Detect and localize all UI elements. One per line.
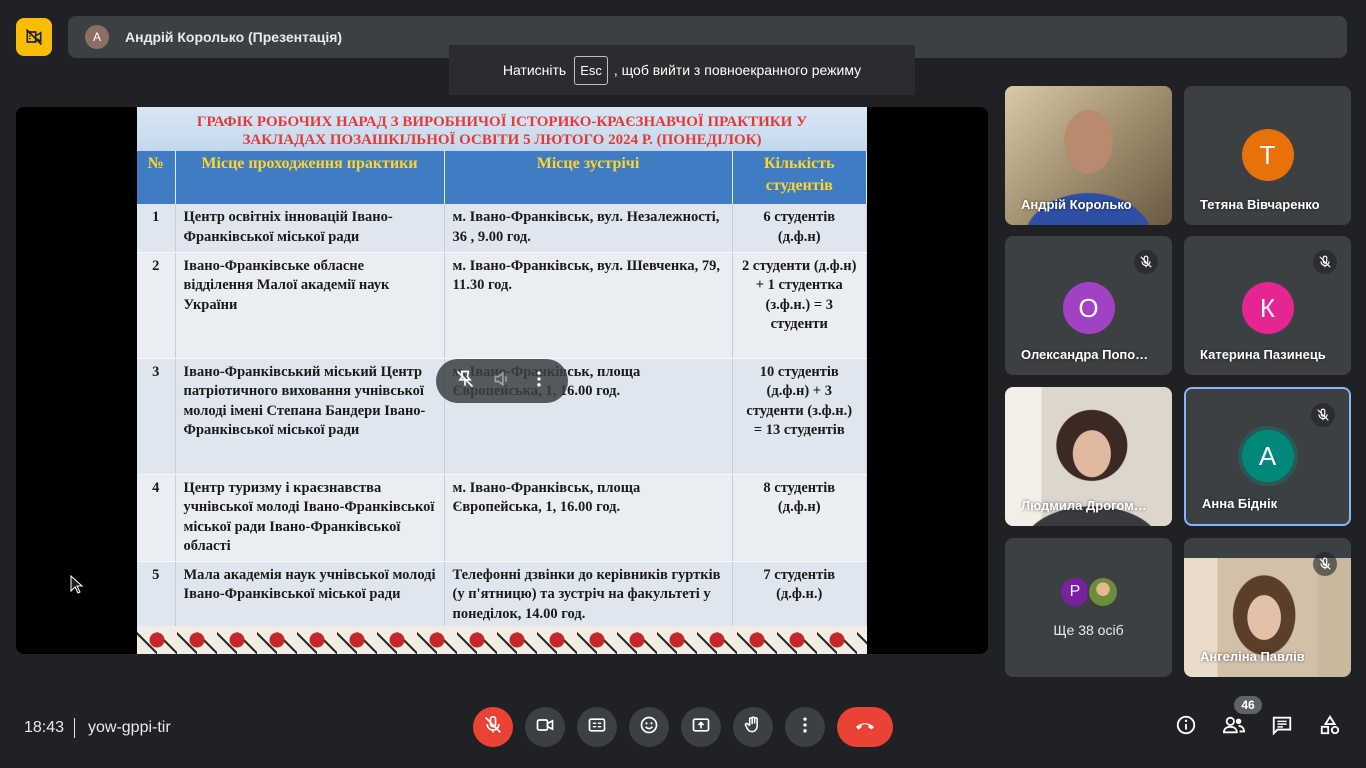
column-header: Місце проходження практики: [175, 151, 445, 204]
mic-off-icon: [483, 715, 503, 740]
activities-icon: [1319, 714, 1341, 741]
participant-photo: [1087, 576, 1119, 608]
emoji-icon: [639, 715, 659, 740]
fullscreen-toast: Натисніть Esc , щоб вийти з повноекранно…: [449, 45, 915, 95]
pin-off-icon[interactable]: [455, 369, 475, 394]
mic-off-icon: [1313, 552, 1337, 576]
leave-call-button[interactable]: [837, 707, 893, 747]
participant-name: Катерина Пазинець: [1200, 347, 1326, 362]
slide-title-line-2: ЗАКЛАДАХ ПОЗАШКІЛЬНОЇ ОСВІТИ 5 ЛЮТОГО 20…: [242, 132, 762, 148]
mic-off-icon: [1134, 250, 1158, 274]
row-number: 4: [137, 474, 176, 562]
participant-name: Олександра Попо…: [1021, 347, 1149, 362]
practice-place: Мала академія наук учнівської молоді Іва…: [175, 561, 445, 629]
column-header: Місце зустрічі: [444, 151, 733, 204]
captions-button[interactable]: [577, 707, 617, 747]
column-header: Кількість студентів: [732, 151, 867, 204]
column-header: №: [137, 151, 176, 204]
camera-toggle-button[interactable]: [525, 707, 565, 747]
present-icon: [691, 715, 711, 740]
row-number: 1: [137, 204, 176, 253]
more-avatars: P: [1059, 576, 1119, 608]
more-participants-label: Ще 38 осіб: [1053, 622, 1124, 638]
chat-icon: [1271, 714, 1293, 741]
participant-tile[interactable]: Андрій Королько: [1005, 86, 1172, 225]
clock: 18:43: [24, 719, 65, 736]
meeting-details-button[interactable]: [1174, 715, 1198, 739]
present-button[interactable]: [681, 707, 721, 747]
participant-avatar: Т: [1241, 129, 1294, 181]
activities-button[interactable]: [1318, 714, 1342, 741]
practice-place: Центр освітніх інновацій Івано-Франківсь…: [175, 204, 445, 253]
participant-tile[interactable]: Людмила Дрогом…: [1005, 387, 1172, 526]
presenter-avatar: А: [85, 25, 109, 49]
participant-avatar: К: [1241, 282, 1294, 334]
table-row: 2 Івано-Франківське обласне відділення М…: [137, 252, 867, 359]
mic-toggle-button[interactable]: [473, 707, 513, 747]
participant-tile-active[interactable]: А Анна Біднік: [1184, 387, 1351, 526]
chat-button[interactable]: [1270, 715, 1294, 739]
meeting-place: м. Івано-Франківськ, вул. Незалежності, …: [444, 204, 733, 253]
raise-hand-button[interactable]: [733, 707, 773, 747]
mouse-cursor-icon: [70, 574, 84, 600]
student-count: 8 студентів (д.ф.н): [732, 474, 867, 562]
participant-name: Андрій Королько: [1021, 197, 1132, 212]
meeting-code: yow-gppi-tir: [88, 719, 171, 736]
participant-name: Тетяна Вівчаренко: [1200, 197, 1320, 212]
participant-tile[interactable]: Т Тетяна Вівчаренко: [1184, 86, 1351, 225]
row-number: 3: [137, 358, 176, 475]
raise-hand-icon: [743, 715, 763, 740]
volume-icon[interactable]: [492, 369, 512, 394]
table-row: 5 Мала академія наук учнівської молоді І…: [137, 561, 867, 629]
more-options-icon: [795, 715, 815, 740]
hangup-icon: [853, 713, 877, 742]
more-participants-tile[interactable]: P Ще 38 осіб: [1005, 538, 1172, 677]
table-row: 4 Центр туризму і краєзнавства учнівсько…: [137, 474, 867, 562]
participant-tile[interactable]: Ангеліна Павлів: [1184, 538, 1351, 677]
practice-place: Центр туризму і краєзнавства учнівської …: [175, 474, 445, 562]
slide-title-line-1: ГРАФІК РОБОЧИХ НАРАД З ВИРОБНИЧОЇ ІСТОРИ…: [196, 114, 808, 130]
reactions-button[interactable]: [629, 707, 669, 747]
participant-avatar: О: [1062, 282, 1115, 334]
more-options-icon[interactable]: [529, 369, 549, 394]
info-icon: [1175, 714, 1197, 741]
participant-tile[interactable]: К Катерина Пазинець: [1184, 236, 1351, 375]
people-icon: [1222, 714, 1246, 741]
student-count: 7 студентів (д.ф.н.): [732, 561, 867, 629]
meeting-place: Телефонні дзвінки до керівників гуртків …: [444, 561, 733, 629]
presentation-stage: ГРАФІК РОБОЧИХ НАРАД З ВИРОБНИЧОЇ ІСТОРИ…: [16, 107, 988, 654]
practice-place: Івано-Франківський міський Центр патріот…: [175, 358, 445, 475]
divider: [74, 718, 75, 738]
camera-icon: [535, 715, 555, 740]
presenter-title: Андрій Королько (Презентація): [125, 29, 343, 45]
toast-text-after: , щоб вийти з повноекранного режиму: [613, 62, 862, 78]
meeting-place: м. Івано-Франківськ, вул. Шевченка, 79, …: [444, 252, 733, 359]
mic-off-icon: [1311, 403, 1335, 427]
embroidery-ornament: [137, 626, 867, 654]
row-number: 5: [137, 561, 176, 629]
no-camera-icon[interactable]: [16, 18, 52, 56]
more-options-button[interactable]: [785, 707, 825, 747]
participant-name: Анна Біднік: [1202, 496, 1278, 511]
participant-avatar: А: [1241, 430, 1294, 482]
stage-hover-controls: [436, 359, 568, 403]
people-count-badge: 46: [1234, 696, 1262, 714]
esc-key: Esc: [574, 55, 608, 85]
toast-text-before: Натисніть: [502, 62, 567, 78]
table-row: 1 Центр освітніх інновацій Івано-Франків…: [137, 204, 867, 253]
participant-name: Ангеліна Павлів: [1200, 649, 1305, 664]
student-count: 10 студентів (д.ф.н) + 3 студенти (з.ф.н…: [732, 358, 867, 475]
meeting-place: м. Івано-Франківськ, площа Європейська, …: [444, 474, 733, 562]
student-count: 6 студентів (д.ф.н): [732, 204, 867, 253]
participant-name: Людмила Дрогом…: [1021, 498, 1147, 513]
slide-title: ГРАФІК РОБОЧИХ НАРАД З ВИРОБНИЧОЇ ІСТОРИ…: [137, 107, 867, 151]
participant-tile[interactable]: О Олександра Попо…: [1005, 236, 1172, 375]
captions-icon: [587, 715, 607, 740]
mic-off-icon: [1313, 250, 1337, 274]
row-number: 2: [137, 252, 176, 359]
student-count: 2 студенти (д.ф.н) + 1 студентка (з.ф.н.…: [732, 252, 867, 359]
people-button[interactable]: [1222, 715, 1246, 739]
practice-place: Івано-Франківське обласне відділення Мал…: [175, 252, 445, 359]
